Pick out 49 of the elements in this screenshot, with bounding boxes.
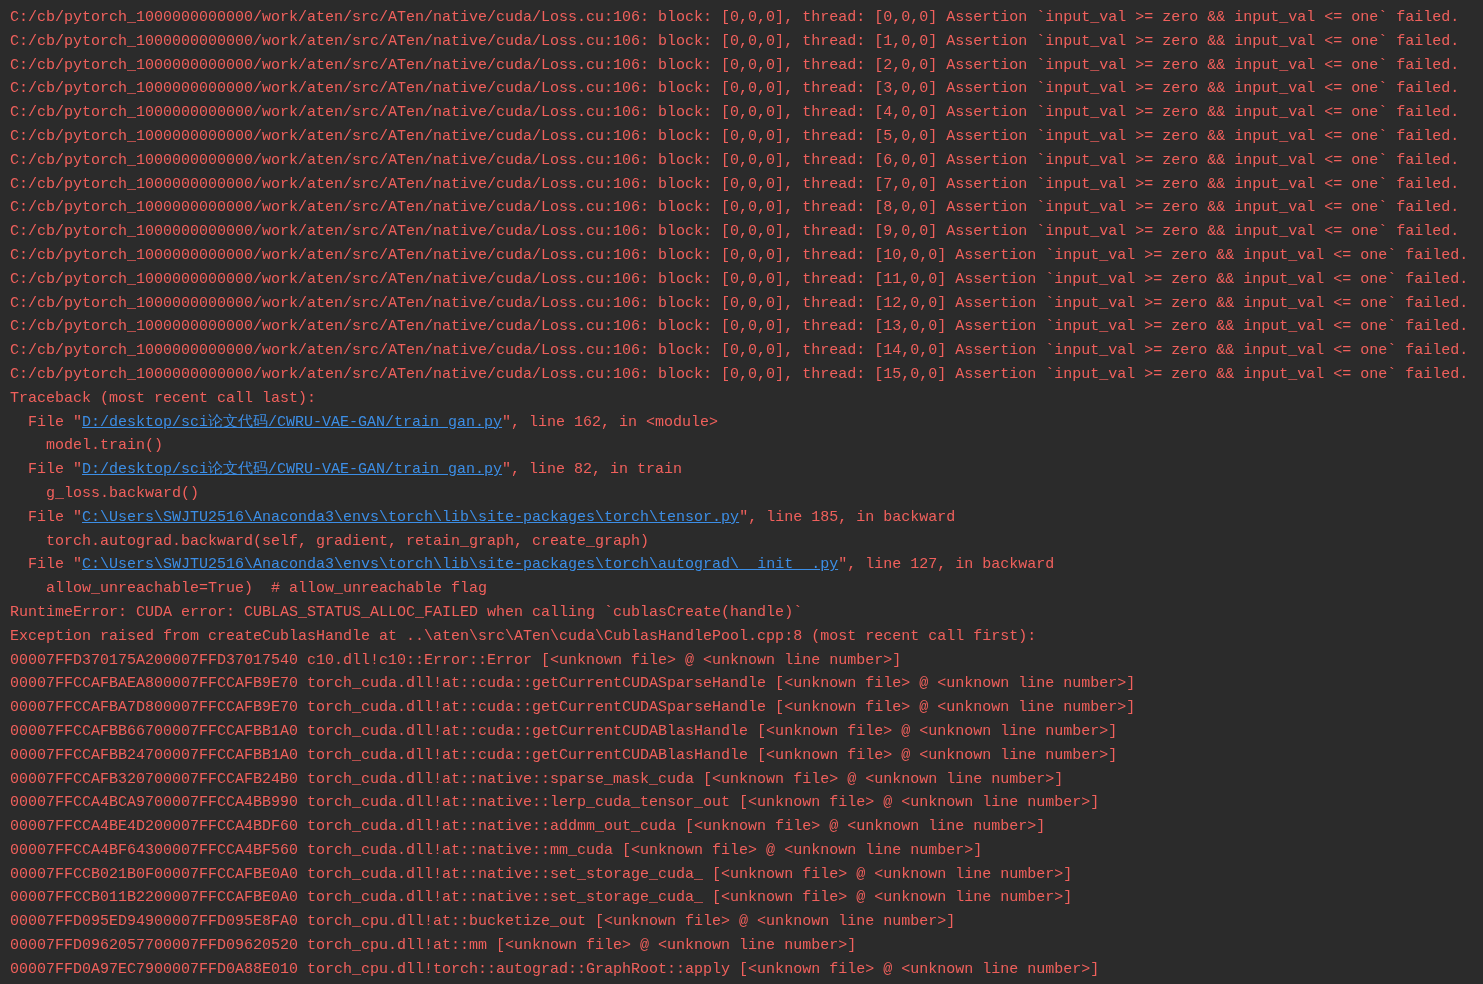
console-line: C:/cb/pytorch_1000000000000/work/aten/src/ATen/native/cuda/Loss.cu:106: block: [0,0,0], thread: [11,0,0] Assertion `input_val >= zero && input_val <= one` failed. [10,269,1470,290]
console-line: 00007FFCCAFB320700007FFCCAFB24B0 torch_cuda.dll!at::native::sparse_mask_cuda [<unknown file> @ <unknown line number>] [10,769,1065,790]
console-line: C:/cb/pytorch_1000000000000/work/aten/src/ATen/native/cuda/Loss.cu:106: block: [0,0,0], thread: [9,0,0] Assertion `input_val >= zero && input_val <= one` failed. [10,222,1461,243]
console-line: 00007FFCCB011B2200007FFCCAFBE0A0 torch_cuda.dll!at::native::set_storage_cuda_ [<unknown file> @ <unknown line number>] [10,888,1074,909]
console-line: torch.autograd.backward(self, gradient, retain_graph, create_graph) [45,531,651,552]
console-text: ", line 127, in backward [838,555,1055,576]
console-text: File " [27,460,82,481]
console-line: Traceback (most recent call last): [10,388,318,409]
console-line: 00007FFCCAFBAEA800007FFCCAFB9E70 torch_cuda.dll!at::cuda::getCurrentCUDASparseHandle [<unknown file> @ <unknown line number>] [10,674,1137,695]
console-line: 00007FFCCA4BE4D200007FFCCA4BDF60 torch_cuda.dll!at::native::addmm_out_cuda [<unknown file> @ <unknown line number>] [10,817,1047,838]
console-text: ", line 185, in backward [739,507,956,528]
console-line: C:/cb/pytorch_1000000000000/work/aten/src/ATen/native/cuda/Loss.cu:106: block: [0,0,0], thread: [12,0,0] Assertion `input_val >= zero && input_val <= one` failed. [10,293,1470,314]
console-line: RuntimeError: CUDA error: CUBLAS_STATUS_ALLOC_FAILED when calling `cublasCreate(handle)` [10,602,804,623]
file-link[interactable]: D:/desktop/sci论文代码/CWRU-VAE-GAN/train_gan.py [82,458,503,482]
console-line: g_loss.backward() [45,483,201,504]
console-line: 00007FFCCB021B0F00007FFCCAFBE0A0 torch_cuda.dll!at::native::set_storage_cuda_ [<unknown file> @ <unknown line number>] [10,864,1074,885]
console-line: C:/cb/pytorch_1000000000000/work/aten/src/ATen/native/cuda/Loss.cu:106: block: [0,0,0], thread: [1,0,0] Assertion `input_val >= zero && input_val <= one` failed. [10,31,1461,52]
console-line: Exception raised from createCublasHandle at ..\aten\src\ATen\cuda\CublasHandlePool.cpp:8 (most recent call first): [10,626,1038,647]
console-line: C:/cb/pytorch_1000000000000/work/aten/src/ATen/native/cuda/Loss.cu:106: block: [0,0,0], thread: [7,0,0] Assertion `input_val >= zero && input_val <= one` failed. [10,174,1461,195]
file-link[interactable]: C:\Users\SWJTU2516\Anaconda3\envs\torch\lib\site-packages\torch\tensor.py [82,505,740,530]
console-text: File " [27,507,82,528]
console-line: 00007FFCCAFBB24700007FFCCAFBB1A0 torch_cuda.dll!at::cuda::getCurrentCUDABlasHandle [<unknown file> @ <unknown line number>] [10,745,1119,766]
console-line: 00007FFCCAFBA7D800007FFCCAFB9E70 torch_cuda.dll!at::cuda::getCurrentCUDASparseHandle [<unknown file> @ <unknown line number>] [10,698,1137,719]
console-text: File " [27,555,82,576]
console-line: allow_unreachable=True) # allow_unreachable flag [45,579,489,600]
file-link[interactable]: C:\Users\SWJTU2516\Anaconda3\envs\torch\lib\site-packages\torch\autograd\__init__.py [82,553,839,578]
console-text: ", line 82, in train [502,460,683,481]
console-line: 00007FFCCAFBB66700007FFCCAFBB1A0 torch_cuda.dll!at::cuda::getCurrentCUDABlasHandle [<unknown file> @ <unknown line number>] [10,721,1119,742]
console-line: C:/cb/pytorch_1000000000000/work/aten/src/ATen/native/cuda/Loss.cu:106: block: [0,0,0], thread: [8,0,0] Assertion `input_val >= zero && input_val <= one` failed. [10,198,1461,219]
console-line: 00007FFD0962057700007FFD09620520 torch_cpu.dll!at::mm [<unknown file> @ <unknown line number>] [10,936,858,957]
file-link[interactable]: D:/desktop/sci论文代码/CWRU-VAE-GAN/train_gan.py [82,410,503,435]
console-line: 00007FFCCA4BCA9700007FFCCA4BB990 torch_cuda.dll!at::native::lerp_cuda_tensor_out [<unknown file> @ <unknown line number>] [10,793,1101,814]
console-text: ", line 162, in <module> [502,412,719,433]
console-line: C:/cb/pytorch_1000000000000/work/aten/src/ATen/native/cuda/Loss.cu:106: block: [0,0,0], thread: [15,0,0] Assertion `input_val >= zero && input_val <= one` failed. [10,364,1470,385]
console-line: C:/cb/pytorch_1000000000000/work/aten/src/ATen/native/cuda/Loss.cu:106: block: [0,0,0], thread: [3,0,0] Assertion `input_val >= zero && input_val <= one` failed. [10,79,1461,100]
console-line: C:/cb/pytorch_1000000000000/work/aten/src/ATen/native/cuda/Loss.cu:106: block: [0,0,0], thread: [4,0,0] Assertion `input_val >= zero && input_val <= one` failed. [10,103,1461,124]
console-line: 00007FFD095ED94900007FFD095E8FA0 torch_cpu.dll!at::bucketize_out [<unknown file> @ <unknown line number>] [10,912,957,933]
console-line: C:/cb/pytorch_1000000000000/work/aten/src/ATen/native/cuda/Loss.cu:106: block: [0,0,0], thread: [10,0,0] Assertion `input_val >= zero && input_val <= one` failed. [10,245,1470,266]
console-line: C:/cb/pytorch_1000000000000/work/aten/src/ATen/native/cuda/Loss.cu:106: block: [0,0,0], thread: [14,0,0] Assertion `input_val >= zero && input_val <= one` failed. [10,341,1470,362]
console-line: C:/cb/pytorch_1000000000000/work/aten/src/ATen/native/cuda/Loss.cu:106: block: [0,0,0], thread: [2,0,0] Assertion `input_val >= zero && input_val <= one` failed. [10,55,1461,76]
console-text: File " [27,412,82,433]
console-line: 00007FFD370175A200007FFD37017540 c10.dll!c10::Error::Error [<unknown file> @ <unknown line number>] [10,650,903,671]
console-line: model.train() [45,436,165,457]
console-line: C:/cb/pytorch_1000000000000/work/aten/src/ATen/native/cuda/Loss.cu:106: block: [0,0,0], thread: [6,0,0] Assertion `input_val >= zero && input_val <= one` failed. [10,150,1461,171]
console-line: C:/cb/pytorch_1000000000000/work/aten/src/ATen/native/cuda/Loss.cu:106: block: [0,0,0], thread: [5,0,0] Assertion `input_val >= zero && input_val <= one` failed. [10,127,1461,147]
console-line: 00007FFCCA4BF64300007FFCCA4BF560 torch_cuda.dll!at::native::mm_cuda [<unknown file> @ <unknown line number>] [10,840,984,861]
console-line: 00007FFD0A97EC7900007FFD0A88E010 torch_cpu.dll!torch::autograd::GraphRoot::apply [<unknown file> @ <unknown line number>] [10,959,1101,980]
console-line: C:/cb/pytorch_1000000000000/work/aten/src/ATen/native/cuda/Loss.cu:106: block: [0,0,0], thread: [13,0,0] Assertion `input_val >= zero && input_val <= one` failed. [10,317,1470,338]
console-line: C:/cb/pytorch_1000000000000/work/aten/src/ATen/native/cuda/Loss.cu:106: block: [0,0,0], thread: [0,0,0] Assertion `input_val >= zero && input_val <= one` failed. [10,8,1461,28]
